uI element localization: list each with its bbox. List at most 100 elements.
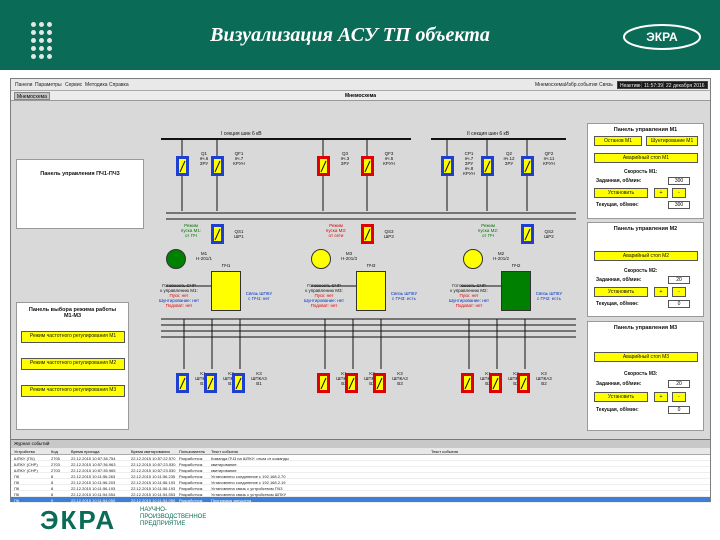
mimic-diagram: I секция шин 6 кВ II секция шин 6 кВ Пан… xyxy=(11,101,710,439)
shpk-switch[interactable] xyxy=(373,373,386,393)
shpk-switch[interactable] xyxy=(461,373,474,393)
cell-label-q2: Q2 яч.12 ЗРУ xyxy=(497,151,521,166)
event-cell: Разработчик xyxy=(179,498,203,503)
disconnector-qs1[interactable] xyxy=(211,224,224,244)
shpk-switch[interactable] xyxy=(489,373,502,393)
menu-item-method[interactable]: Методика xyxy=(85,82,108,88)
converter-ПЧ2[interactable] xyxy=(501,271,531,311)
breaker-qf1[interactable] xyxy=(211,156,224,176)
event-column-header[interactable]: Время прихода xyxy=(71,449,99,454)
menu-item-parameters[interactable]: Параметры xyxy=(35,82,62,88)
cell-label-qf2: QF2 яч.11 КРУН xyxy=(537,151,561,166)
converter-status: Готовность СЧР к управлению М1: Пуск: нет Ш… xyxy=(149,283,209,308)
event-cell: ПК xyxy=(14,498,20,503)
cell-label-qs2-line: ШР2 xyxy=(544,234,554,239)
event-cell: 22.12.2015 10:11:54.050 xyxy=(131,498,176,503)
mode-label-m3-line: от сети xyxy=(328,233,344,238)
shpk-label: K3 ШПКА3 В2 xyxy=(535,371,553,386)
motor-m2[interactable] xyxy=(463,249,483,269)
link-line: с ПЧ1: нет xyxy=(248,296,270,301)
converter-label: ПЧ3 xyxy=(366,263,376,268)
footer-tagline: НАУЧНО- ПРОИЗВОДСТВЕННОЕ ПРЕДПРИЯТИЕ xyxy=(140,507,206,528)
converter-label: ПЧ2 xyxy=(511,263,521,268)
menu-item-events[interactable]: Избр.события xyxy=(565,82,597,88)
cell-label-qf3-line: КРУН xyxy=(383,161,395,166)
dot xyxy=(47,38,52,43)
dot xyxy=(39,30,44,35)
shpk-label-line: В2 xyxy=(541,381,547,386)
dot xyxy=(31,22,36,27)
footer-tagline-line1: НАУЧНО- xyxy=(140,507,167,513)
dot xyxy=(31,54,36,59)
mode-label-m2-line: от ПЧ xyxy=(482,233,494,238)
dots-icon xyxy=(31,22,57,62)
breaker-q2[interactable] xyxy=(481,156,494,176)
disconnector-qs2[interactable] xyxy=(521,224,534,244)
shpk-switch[interactable] xyxy=(517,373,530,393)
event-column-header[interactable]: Устройство xyxy=(14,449,35,454)
breaker-cp1[interactable] xyxy=(441,156,454,176)
shpk-label-line: В1 xyxy=(256,381,262,386)
dot xyxy=(31,30,36,35)
footer-tagline-line2: ПРОИЗВОДСТВЕННОЕ xyxy=(140,514,207,520)
breaker-qf3[interactable] xyxy=(361,156,374,176)
converter-label: ПЧ1 xyxy=(221,263,231,268)
shpk-switch[interactable] xyxy=(317,373,330,393)
footer-logo-text: ЭКРА xyxy=(40,505,117,535)
shpk-switch[interactable] xyxy=(176,373,189,393)
page-title: Визуализация АСУ ТП объекта xyxy=(210,24,490,46)
event-rows: ШПКУ (ПЧ) 2705 22.12.2015 10:57:38.754 22.1… xyxy=(11,455,710,503)
motor-m1[interactable] xyxy=(166,249,186,269)
menu-item-mnemo[interactable]: Мнемосхема xyxy=(535,82,565,88)
menu-item-panels[interactable]: Панели xyxy=(15,82,32,88)
dot xyxy=(47,22,52,27)
status-line: Подхват: нет xyxy=(310,303,338,308)
event-column-header[interactable]: Код xyxy=(51,449,58,454)
cell-label-qs3: QS3 ШР3 xyxy=(377,229,401,239)
shpk-switch[interactable] xyxy=(232,373,245,393)
motor-label-m2: M2 Н-201/2 xyxy=(487,251,515,261)
breaker-q3[interactable] xyxy=(317,156,330,176)
event-cell: Программа запущена xyxy=(211,498,252,503)
scada-window: Панели Параметры Сервис Методика Справка… xyxy=(10,78,711,503)
link-line: с ПЧ3: есть xyxy=(392,296,416,301)
shpk-label-line: В3 xyxy=(397,381,403,386)
mode-label-m1: Режим пуска М1: от ПЧ xyxy=(176,223,206,238)
motor-m3[interactable] xyxy=(311,249,331,269)
footer-logo: ЭКРА НАУЧНО- ПРОИЗВОДСТВЕННОЕ ПРЕДПРИЯТИ… xyxy=(40,505,240,535)
shpk-switch[interactable] xyxy=(204,373,217,393)
ekra-logo: ЭКРА xyxy=(623,24,701,50)
cell-label-qs1-line: ШР1 xyxy=(234,234,244,239)
mode-label-m2: Режим пуска М2: от ПЧ xyxy=(473,223,503,238)
dot xyxy=(47,46,52,51)
converter-link-status: Связь ШПКУ с ПЧ3: есть xyxy=(388,291,420,301)
menu-item-help[interactable]: Справка xyxy=(109,82,129,88)
shpk-label: K3 ШПКА3 В1 xyxy=(250,371,268,386)
dot xyxy=(39,46,44,51)
dot xyxy=(31,38,36,43)
motor-label-m1-line: Н-201/1 xyxy=(195,256,212,261)
event-column-header[interactable]: Текст события xyxy=(211,449,238,454)
cell-label-qf2-line: КРУН xyxy=(543,161,555,166)
cell-label-qf1: QF1 яч.7 КРУН xyxy=(227,151,251,166)
motor-label-m3: M3 Н-201/3 xyxy=(335,251,363,261)
breaker-qf2[interactable] xyxy=(521,156,534,176)
event-log-title: Журнал событий xyxy=(14,441,50,446)
cell-label-qs3-line: ШР3 xyxy=(384,234,394,239)
menu-item-service[interactable]: Сервис xyxy=(65,82,82,88)
event-columns: Устройство Код Время прихода Время квитиров… xyxy=(11,448,710,455)
event-row[interactable]: ПК 0 22.12.2015 10:11:54.050 22.12.2015 10:… xyxy=(11,497,710,503)
event-column-header[interactable]: Время квитирования xyxy=(131,449,170,454)
link-line: с ПЧ2: есть xyxy=(537,296,561,301)
cell-label-cp1-line: КРУН xyxy=(463,171,475,176)
shpk-switch[interactable] xyxy=(345,373,358,393)
event-column-header[interactable]: Пользователь xyxy=(179,449,205,454)
converter-ПЧ3[interactable] xyxy=(356,271,386,311)
disconnector-qs3[interactable] xyxy=(361,224,374,244)
converter-ПЧ1[interactable] xyxy=(211,271,241,311)
svg-text:ЭКРА: ЭКРА xyxy=(646,30,678,44)
breaker-q1[interactable] xyxy=(176,156,189,176)
event-cell: 0 xyxy=(51,498,54,503)
menu-item-link[interactable]: Связь xyxy=(599,82,613,88)
event-column-header[interactable]: Текст события xyxy=(431,449,458,454)
